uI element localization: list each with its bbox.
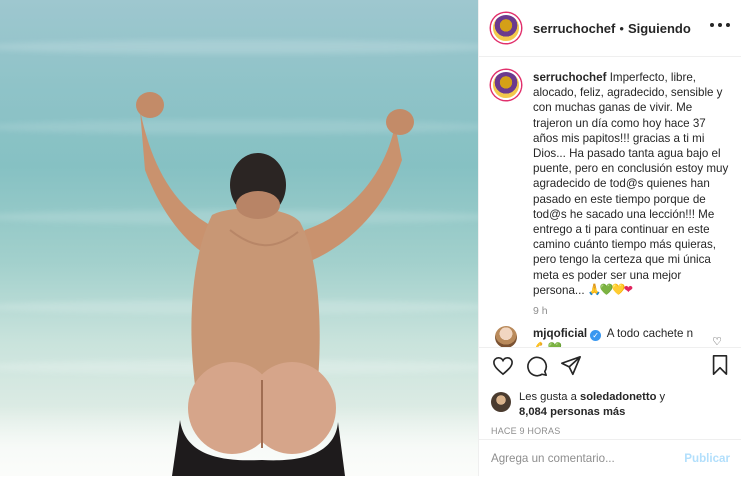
comments-section: serruchochef Imperfecto, libre, alocado,…	[479, 58, 741, 347]
pray-emoji: 🙏	[587, 284, 602, 297]
separator-dot: •	[619, 20, 624, 36]
green-heart-emoji: 💚	[599, 284, 614, 297]
likes-count[interactable]: 8,084 personas más	[519, 406, 625, 418]
commenter-avatar[interactable]	[495, 326, 517, 347]
action-bar	[479, 348, 741, 384]
commenter-username[interactable]: mjqoficial	[533, 327, 587, 340]
liker-avatar[interactable]	[491, 392, 511, 412]
yellow-heart-emoji: 💛	[611, 284, 626, 297]
caption-emojis: 🙏 💚 💛 ❤	[588, 285, 635, 296]
verified-icon: ✓	[590, 330, 602, 342]
caption-text: Imperfecto, libre, alocado, feliz, agrad…	[533, 71, 729, 297]
add-comment-bar: Publicar	[479, 439, 741, 477]
likes-text: Les gusta a soledadonetto y 8,084 person…	[519, 390, 665, 420]
publish-button[interactable]: Publicar	[684, 452, 730, 465]
red-heart-emoji: ❤	[623, 284, 634, 297]
comment-icon[interactable]	[525, 354, 549, 378]
comment-body: mjqoficial✓ A todo cachete n 💪💚	[533, 326, 723, 347]
caption-time: 9 h	[533, 305, 548, 318]
post-header: serruchochef • Siguiendo	[479, 0, 741, 57]
post-sidebar: serruchochef • Siguiendo serruchochef Im…	[478, 0, 741, 476]
caption-username[interactable]: serruchochef	[533, 71, 606, 84]
comment-text: A todo cachete n	[606, 327, 694, 341]
author-avatar[interactable]	[491, 13, 521, 43]
caption-body: serruchochef Imperfecto, libre, alocado,…	[533, 70, 730, 298]
caption-avatar[interactable]	[491, 70, 521, 100]
bookmark-icon[interactable]	[710, 354, 730, 379]
heart-icon[interactable]	[491, 354, 515, 378]
comment-item: mjqoficial✓ A todo cachete n 💪💚 ♡	[491, 326, 730, 347]
post-timestamp[interactable]: Hace 9 horas	[479, 426, 741, 436]
instagram-post: serruchochef • Siguiendo serruchochef Im…	[0, 0, 741, 476]
author-username[interactable]: serruchochef	[533, 21, 615, 36]
comment-input[interactable]	[491, 452, 685, 465]
likes-summary: Les gusta a soledadonetto y 8,084 person…	[479, 390, 741, 420]
likes-conjunction: y	[659, 391, 666, 403]
more-icon[interactable]	[710, 22, 730, 28]
actions-section: Les gusta a soledadonetto y 8,084 person…	[479, 347, 741, 477]
caption: serruchochef Imperfecto, libre, alocado,…	[491, 70, 730, 298]
likes-prefix: Les gusta a	[519, 391, 577, 403]
person-figure	[136, 92, 414, 476]
liker-username[interactable]: soledadonetto	[580, 391, 656, 403]
share-icon[interactable]	[559, 354, 583, 378]
following-button[interactable]: Siguiendo	[628, 21, 691, 36]
post-photo[interactable]	[0, 0, 478, 476]
comment-like-icon[interactable]: ♡	[712, 335, 722, 347]
